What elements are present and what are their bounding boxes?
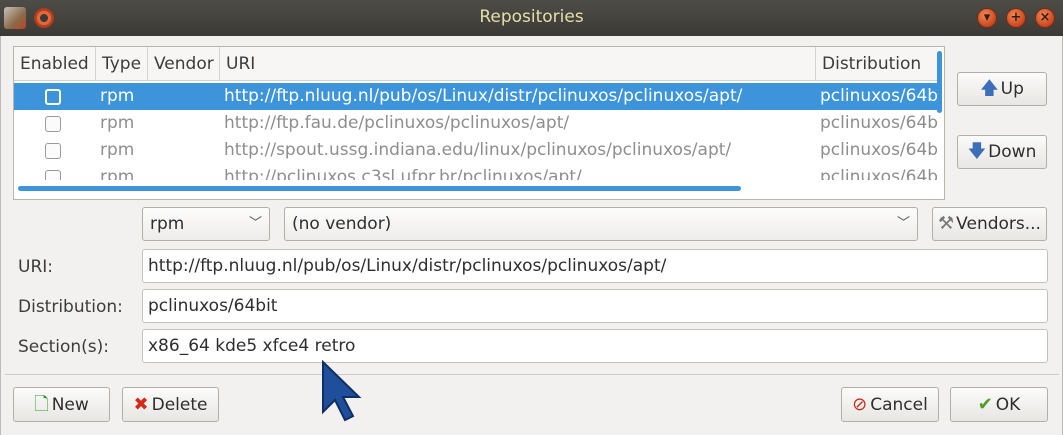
sections-input[interactable]: x86_64 kde5 xfce4 retro xyxy=(142,329,1048,363)
vendors-button[interactable]: ⚒ Vendors... xyxy=(932,207,1047,241)
repository-table: Enabled Type Vendor URI Distribution rpm… xyxy=(13,46,945,200)
column-distribution[interactable]: Distribution xyxy=(816,47,939,81)
row-vendor xyxy=(153,110,217,137)
row-type: rpm xyxy=(100,140,135,160)
title-bar: Repositories ▾ + × xyxy=(0,0,1063,36)
ok-button[interactable]: ✔ OK xyxy=(950,387,1048,422)
sections-label: Section(s): xyxy=(18,337,110,357)
horizontal-scrollbar-thumb[interactable] xyxy=(18,186,741,191)
row-distribution: pclinuxos/64bit xyxy=(820,140,939,160)
enabled-checkbox[interactable] xyxy=(45,170,61,180)
vendor-combo-value: (no vendor) xyxy=(292,214,392,234)
row-type: rpm xyxy=(100,86,135,106)
row-vendor xyxy=(153,83,217,110)
row-uri: http://ftp.nluug.nl/pub/os/Linux/distr/p… xyxy=(224,86,743,106)
down-button[interactable]: 🡇 Down xyxy=(957,135,1047,169)
new-document-icon: 🗋 xyxy=(34,393,49,415)
distribution-input[interactable]: pclinuxos/64bit xyxy=(142,289,1048,323)
chevron-down-icon: ﹀ xyxy=(896,216,910,231)
tools-icon: ⚒ xyxy=(938,213,955,234)
delete-icon: ✖ xyxy=(133,393,149,415)
row-distribution: pclinuxos/64bit xyxy=(820,167,939,180)
chevron-down-icon: ﹀ xyxy=(248,216,262,231)
row-uri: http://pclinuxos.c3sl.ufpr.br/pclinuxos/… xyxy=(224,167,582,180)
row-vendor xyxy=(153,164,217,180)
new-button-label: New xyxy=(51,394,89,415)
table-row[interactable]: rpm http://ftp.fau.de/pclinuxos/pclinuxo… xyxy=(14,110,939,137)
type-combo[interactable]: rpm ﹀ xyxy=(142,207,270,241)
arrow-up-icon: 🡅 xyxy=(980,78,999,99)
uri-input[interactable]: http://ftp.nluug.nl/pub/os/Linux/distr/p… xyxy=(142,249,1048,283)
column-type[interactable]: Type xyxy=(96,47,148,81)
vertical-scrollbar-thumb[interactable] xyxy=(937,51,942,113)
new-button[interactable]: 🗋 New xyxy=(13,387,110,422)
row-vendor xyxy=(153,137,217,164)
minimize-icon[interactable]: ▾ xyxy=(977,8,997,28)
type-combo-value: rpm xyxy=(150,214,185,234)
column-enabled[interactable]: Enabled xyxy=(14,47,96,81)
row-type: rpm xyxy=(100,167,135,180)
row-distribution: pclinuxos/64bit xyxy=(820,86,939,106)
table-row[interactable]: rpm http://ftp.nluug.nl/pub/os/Linux/dis… xyxy=(14,83,939,110)
cancel-button[interactable]: ⊘ Cancel xyxy=(841,387,939,422)
separator xyxy=(5,374,1059,375)
enabled-checkbox[interactable] xyxy=(45,116,61,132)
enabled-checkbox[interactable] xyxy=(45,143,61,159)
arrow-down-icon: 🡇 xyxy=(967,141,987,162)
row-type: rpm xyxy=(100,113,135,133)
window-title: Repositories xyxy=(479,7,584,27)
down-button-label: Down xyxy=(988,142,1037,162)
vendors-button-label: Vendors... xyxy=(956,214,1041,234)
uri-label: URI: xyxy=(18,257,53,277)
row-distribution: pclinuxos/64bit xyxy=(820,113,939,133)
ok-button-label: OK xyxy=(995,394,1021,415)
row-uri: http://spout.ussg.indiana.edu/linux/pcli… xyxy=(224,140,732,160)
row-uri: http://ftp.fau.de/pclinuxos/pclinuxos/ap… xyxy=(224,113,570,133)
close-icon[interactable]: × xyxy=(1035,8,1055,28)
column-uri[interactable]: URI xyxy=(220,47,816,81)
enabled-checkbox[interactable] xyxy=(45,89,61,105)
checkmark-icon: ✔ xyxy=(977,393,993,415)
repositories-dialog: Enabled Type Vendor URI Distribution rpm… xyxy=(0,36,1063,435)
maximize-icon[interactable]: + xyxy=(1006,8,1026,28)
up-button[interactable]: 🡅 Up xyxy=(957,72,1047,106)
mouse-cursor-icon xyxy=(322,360,362,422)
up-button-label: Up xyxy=(1000,79,1024,99)
cancel-icon: ⊘ xyxy=(852,393,868,415)
delete-button[interactable]: ✖ Delete xyxy=(122,387,219,422)
table-header: Enabled Type Vendor URI Distribution xyxy=(14,47,939,81)
vendor-combo[interactable]: (no vendor) ﹀ xyxy=(284,207,918,241)
delete-button-label: Delete xyxy=(151,394,208,415)
column-vendor[interactable]: Vendor xyxy=(148,47,220,81)
table-row[interactable]: rpm http://pclinuxos.c3sl.ufpr.br/pclinu… xyxy=(14,164,939,180)
distribution-label: Distribution: xyxy=(18,297,123,317)
table-row[interactable]: rpm http://spout.ussg.indiana.edu/linux/… xyxy=(14,137,939,164)
cancel-button-label: Cancel xyxy=(870,394,928,415)
